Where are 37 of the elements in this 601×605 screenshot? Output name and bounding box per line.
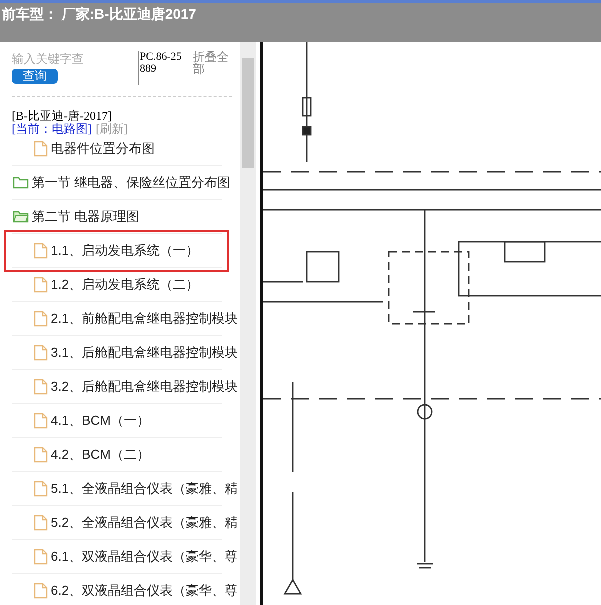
current-view-label: [当前：电路图] [12,123,92,136]
folder-icon [13,176,29,189]
document-icon [34,310,48,326]
document-icon [34,412,48,428]
search-field[interactable]: 输入关键字查 [12,51,132,67]
tree-item[interactable]: 3.2、后舱配电盒继电器控制模块 [12,376,238,396]
document-icon [34,344,48,360]
model-label: [B-比亚迪-唐-2017] [12,110,112,123]
document-icon [34,276,48,292]
scrollbar[interactable] [240,42,256,605]
document-icon [34,446,48,462]
search-button[interactable]: 查询 [12,69,58,84]
vehicle-title: 前车型： 厂家:B-比亚迪唐2017 [1,5,196,24]
document-icon [34,582,48,598]
tree-item[interactable]: 3.1、后舱配电盒继电器控制模块 [12,342,238,362]
tree-item[interactable]: 第一节 继电器、保险丝位置分布图 [12,172,231,192]
document-icon [34,242,48,258]
tree-item[interactable]: 2.1、前舱配电盒继电器控制模块 [12,308,238,328]
tree-item[interactable]: 4.2、BCM（二） [12,444,150,464]
phone-number: PC.86-25889 [138,51,182,85]
collapse-all-link[interactable]: 折叠全部 [193,51,231,75]
document-icon [34,140,48,156]
tree-item[interactable]: 6.1、双液晶组合仪表（豪华、尊 [12,546,238,566]
document-icon [34,548,48,564]
tree-item[interactable]: 5.2、全液晶组合仪表（豪雅、精 [12,512,238,532]
document-icon [34,378,48,394]
tree-item[interactable]: 电器件位置分布图 [12,138,155,158]
tree-item[interactable]: 5.1、全液晶组合仪表（豪雅、精 [12,478,238,498]
tree-item[interactable]: 1.1、启动发电系统（一） [6,232,228,270]
tree-item[interactable]: 4.1、BCM（一） [12,410,150,430]
tree-item[interactable]: 1.2、启动发电系统（二） [12,274,200,294]
scroll-thumb[interactable] [242,58,254,168]
document-icon [34,480,48,496]
tree-item[interactable]: 第二节 电器原理图 [12,206,140,226]
document-icon [34,514,48,530]
folder-icon [13,210,29,223]
tree-item[interactable]: 6.2、双液晶组合仪表（豪华、尊 [12,580,238,600]
